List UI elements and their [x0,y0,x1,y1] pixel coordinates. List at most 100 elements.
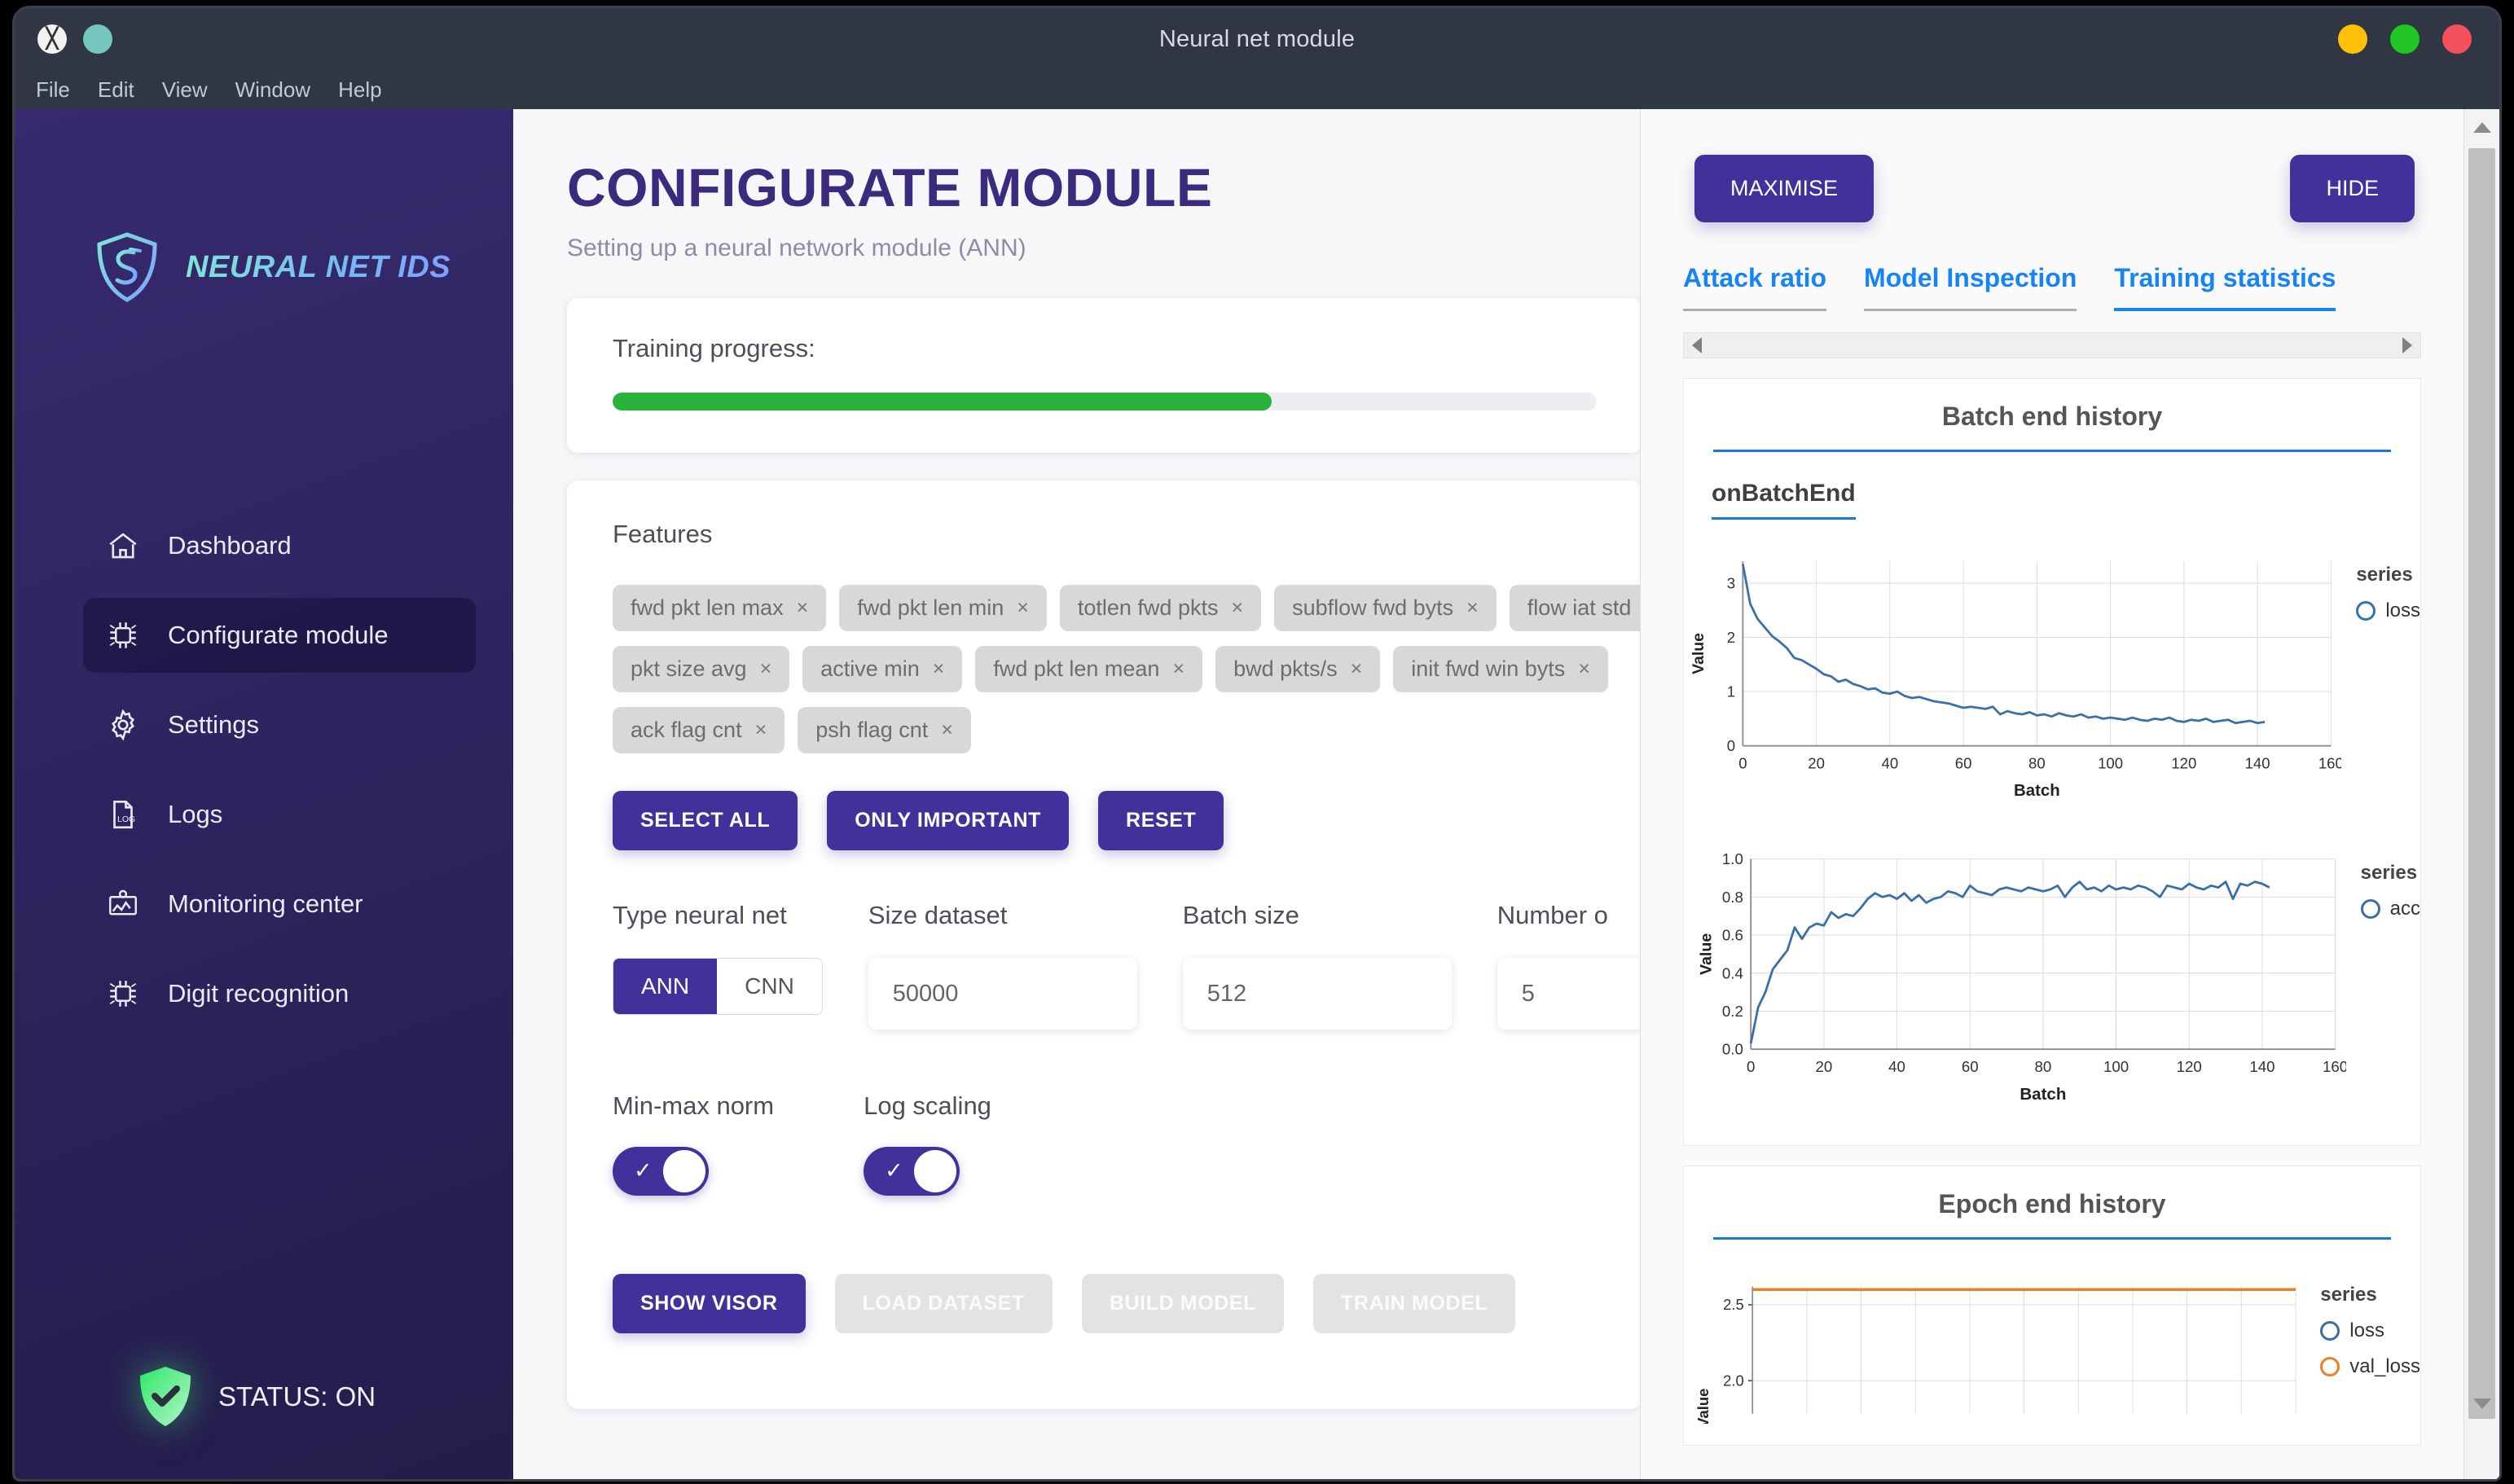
maximise-button[interactable]: MAXIMISE [1694,155,1875,222]
epoch-line-chart: 2.0 2.5 Value [1694,1286,2296,1424]
svg-text:120: 120 [2171,754,2196,771]
scroll-down-arrow-icon[interactable] [2473,1398,2491,1409]
sidebar-item-digit-recognition[interactable]: Digit recognition [83,956,476,1031]
toggle-log-scaling: Log scaling ✓ [864,1091,991,1196]
configuration-card: Features fwd pkt len max × fwd pkt len min… [567,481,1766,1409]
menu-item-view[interactable]: View [162,77,208,103]
legend-entry[interactable]: loss [2320,1319,2420,1342]
remove-chip-icon[interactable]: × [1466,596,1479,620]
menu-item-file[interactable]: File [36,77,70,103]
legend-entry[interactable]: val_loss [2320,1355,2420,1378]
svg-text:60: 60 [1955,754,1972,771]
check-icon: ✓ [885,1158,903,1183]
sidebar-item-label: Digit recognition [168,979,349,1008]
feature-chip[interactable]: fwd pkt len min × [839,585,1047,631]
remove-chip-icon[interactable]: × [1351,657,1363,681]
remove-chip-icon[interactable]: × [1231,596,1243,620]
feature-chip-label: flow iat std [1527,595,1632,620]
maximize-button[interactable] [2390,24,2420,54]
legend-entry[interactable]: loss [2356,599,2420,622]
remove-chip-icon[interactable]: × [933,657,945,681]
train-model-button[interactable]: TRAIN MODEL [1313,1274,1516,1333]
svg-text:Batch: Batch [2014,782,2060,800]
check-icon: ✓ [634,1158,653,1183]
feature-chip[interactable]: fwd pkt len mean × [975,646,1203,692]
sidebar-item-dashboard[interactable]: Dashboard [83,508,476,583]
feature-chip[interactable]: pkt size avg × [613,646,790,692]
main-action-buttons: SHOW VISOR LOAD DATASET BUILD MODEL TRAI… [613,1274,1597,1333]
only-important-button[interactable]: ONLY IMPORTANT [827,791,1070,850]
remove-chip-icon[interactable]: × [755,718,767,742]
hide-button[interactable]: HIDE [2290,155,2415,222]
monitor-chart-icon [104,885,142,923]
svg-text:80: 80 [2034,1058,2051,1075]
svg-text:Batch: Batch [2020,1085,2066,1104]
sidebar-item-settings[interactable]: Settings [83,687,476,762]
toggle-min-max-norm: Min-max norm ✓ [613,1091,774,1196]
show-visor-button[interactable]: SHOW VISOR [613,1274,806,1333]
sidebar-item-label: Configurate module [168,621,389,649]
remove-chip-icon[interactable]: × [941,718,953,742]
feature-chip-label: psh flag cnt [815,718,929,742]
sidebar-item-logs[interactable]: LOG Logs [83,777,476,852]
remove-chip-icon[interactable]: × [1172,657,1184,681]
feature-chip[interactable]: bwd pkts/s × [1215,646,1381,692]
tab-training-statistics[interactable]: Training statistics [2114,263,2336,311]
feature-chip[interactable]: ack flag cnt × [613,707,785,753]
scroll-right-arrow-icon[interactable] [2402,337,2412,353]
neural-net-type-segmented-control[interactable]: ANN CNN [613,958,823,1015]
series-marker-icon [2320,1357,2340,1376]
scroll-left-arrow-icon[interactable] [1692,337,1702,353]
batch-size-input[interactable]: 512 [1182,958,1452,1030]
legend-label: val_loss [2349,1355,2420,1377]
status-indicator: STATUS: ON [137,1365,376,1429]
sidebar: NEURAL NET IDS Dashboard Configurate mod… [15,109,513,1479]
svg-text:0.6: 0.6 [1722,927,1743,944]
visor-top-buttons: MAXIMISE HIDE [1641,109,2463,222]
remove-chip-icon[interactable]: × [1017,596,1029,620]
feature-chip[interactable]: active min × [802,646,963,692]
feature-chip[interactable]: psh flag cnt × [798,707,971,753]
gear-icon [104,706,142,744]
close-button[interactable] [2442,24,2472,54]
seg-option-ann[interactable]: ANN [613,959,718,1014]
feature-chip-list: fwd pkt len max × fwd pkt len min × totlen f… [613,585,1688,753]
scrollbar-thumb[interactable] [2468,148,2495,1419]
scroll-up-arrow-icon[interactable] [2473,122,2491,133]
svg-text:100: 100 [2103,1058,2129,1075]
svg-text:140: 140 [2249,1058,2274,1075]
seg-option-cnn[interactable]: CNN [717,959,822,1014]
sidebar-item-configurate-module[interactable]: Configurate module [83,598,476,673]
build-model-button[interactable]: BUILD MODEL [1081,1274,1285,1333]
feature-chip[interactable]: fwd pkt len max × [613,585,827,631]
remove-chip-icon[interactable]: × [1578,657,1590,681]
feature-chip-label: fwd pkt len min [857,595,1004,620]
select-all-button[interactable]: SELECT ALL [613,791,798,850]
onbatchend-subtab[interactable]: onBatchEnd [1712,480,1856,520]
legend-entry[interactable]: acc [2360,898,2420,920]
menu-item-window[interactable]: Window [235,77,310,103]
brand: NEURAL NET IDS [93,231,450,303]
size-dataset-input[interactable]: 50000 [868,958,1137,1030]
log-scaling-switch[interactable]: ✓ [864,1147,960,1196]
minimize-button[interactable] [2338,24,2367,54]
visor-vertical-scrollbar[interactable] [2463,109,2499,1479]
menu-item-edit[interactable]: Edit [98,77,134,103]
remove-chip-icon[interactable]: × [760,657,772,681]
svg-text:20: 20 [1808,754,1825,771]
sidebar-item-monitoring-center[interactable]: Monitoring center [83,867,476,942]
training-progress-label: Training progress: [613,334,815,362]
min-max-norm-switch[interactable]: ✓ [613,1147,709,1196]
tab-model-inspection[interactable]: Model Inspection [1864,263,2077,311]
feature-chip[interactable]: subflow fwd byts × [1274,585,1497,631]
menu-item-help[interactable]: Help [338,77,381,103]
feature-chip[interactable]: totlen fwd pkts × [1059,585,1262,631]
feature-chip[interactable]: init fwd win byts × [1393,646,1608,692]
reset-button[interactable]: RESET [1098,791,1224,850]
features-label: Features [613,520,713,548]
visor-horizontal-scrollbar[interactable] [1683,332,2421,358]
series-marker-icon [2360,899,2380,919]
remove-chip-icon[interactable]: × [797,596,809,620]
tab-attack-ratio[interactable]: Attack ratio [1683,263,1827,311]
load-dataset-button[interactable]: LOAD DATASET [834,1274,1053,1333]
